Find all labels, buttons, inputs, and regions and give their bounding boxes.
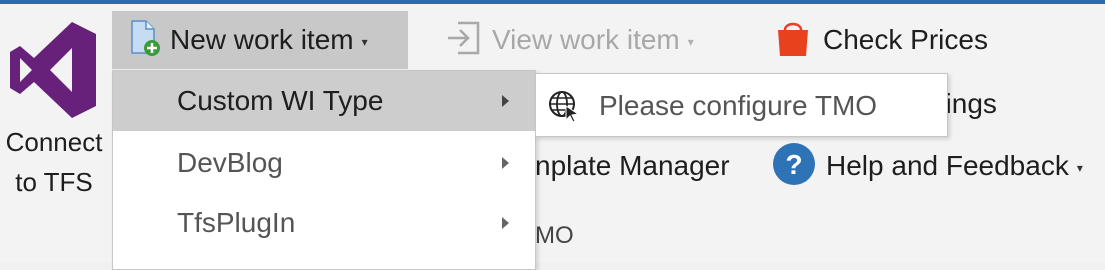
- submenu-arrow-icon: [502, 157, 509, 169]
- menu-item-devblog[interactable]: DevBlog: [113, 133, 535, 193]
- chevron-down-icon: ▾: [1076, 161, 1083, 175]
- view-work-item-button[interactable]: View work item ▾: [440, 11, 694, 69]
- chevron-down-icon: ▾: [361, 35, 368, 49]
- menu-item-custom-wi-type[interactable]: Custom WI Type: [113, 71, 535, 131]
- check-prices-label: Check Prices: [823, 24, 988, 55]
- chevron-down-icon: ▾: [687, 35, 694, 49]
- menu-item-label: Custom WI Type: [177, 85, 384, 116]
- ribbon-group-label: MO: [535, 222, 574, 249]
- menu-item-label: DevBlog: [177, 147, 283, 178]
- menu-item-tfsplugin[interactable]: TfsPlugIn: [113, 193, 535, 253]
- check-prices-button[interactable]: Check Prices: [775, 11, 988, 69]
- submenu-arrow-icon: [502, 217, 509, 229]
- submenu-arrow-icon: [502, 95, 509, 107]
- custom-wi-type-submenu: Please configure TMO: [535, 73, 948, 137]
- new-work-item-button[interactable]: New work item ▾: [112, 11, 408, 69]
- shopping-bag-icon: [775, 18, 811, 63]
- svg-text:?: ?: [785, 149, 802, 180]
- connect-label-line1: Connect: [5, 127, 103, 157]
- help-circle-icon: ?: [772, 142, 816, 191]
- new-document-icon: [130, 19, 160, 62]
- view-work-item-label: View work item: [492, 24, 680, 55]
- help-and-feedback-button[interactable]: ? Help and Feedback ▾: [772, 138, 1083, 194]
- new-work-item-menu: Custom WI Type DevBlog TfsPlugIn: [112, 70, 536, 270]
- connect-label-line2: to TFS: [15, 167, 93, 197]
- menu-item-label: TfsPlugIn: [177, 207, 296, 238]
- help-and-feedback-label: Help and Feedback: [826, 150, 1069, 181]
- submenu-item-label: Please configure TMO: [599, 90, 878, 121]
- globe-cursor-icon: [548, 90, 580, 127]
- open-item-icon: [446, 21, 482, 60]
- connect-to-tfs-button[interactable]: Connect to TFS: [0, 8, 112, 198]
- new-work-item-label: New work item: [170, 24, 354, 55]
- template-manager-button-label[interactable]: nplate Manager: [535, 146, 730, 186]
- visual-studio-logo-icon: [8, 20, 98, 125]
